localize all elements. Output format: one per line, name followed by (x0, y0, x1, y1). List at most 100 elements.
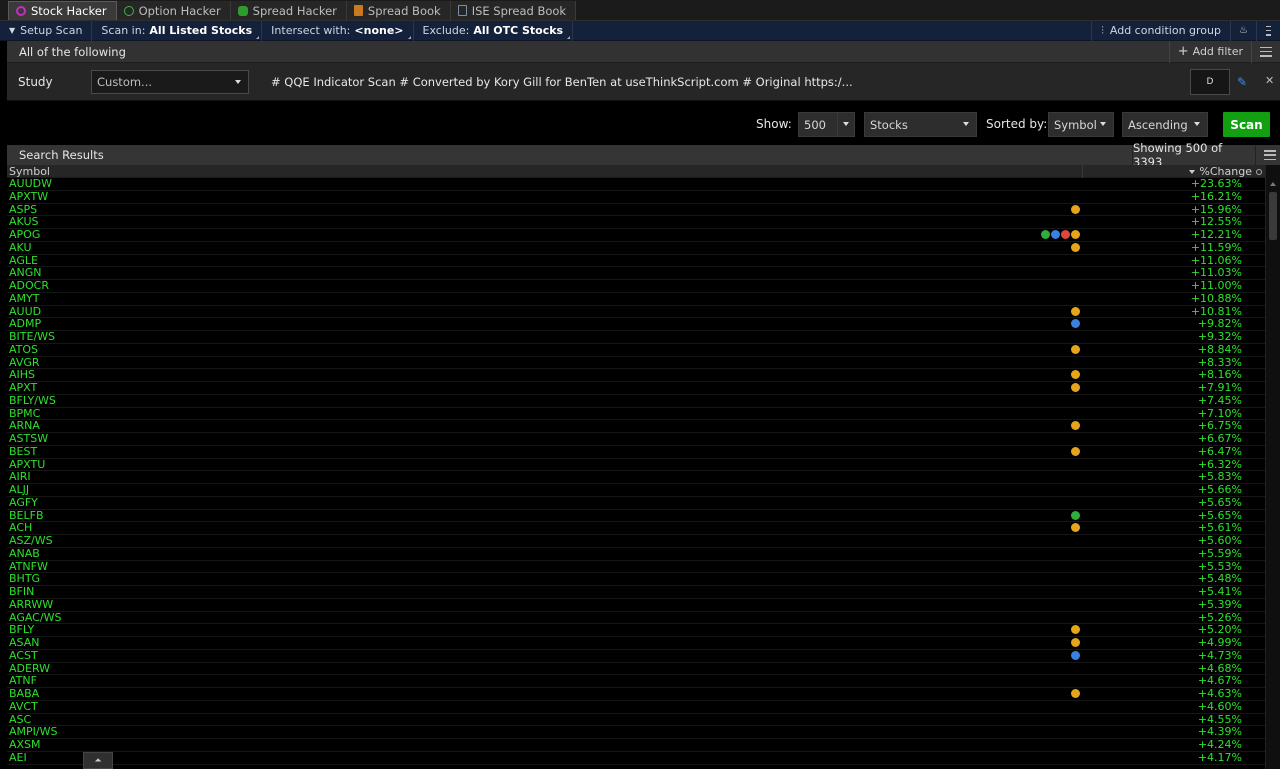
table-row[interactable]: ACST +4.73% (7, 649, 1265, 663)
table-row[interactable]: ANGN +11.03% (7, 267, 1265, 280)
table-row[interactable]: ASC +4.55% (7, 713, 1265, 727)
row-symbol[interactable]: AVCT (9, 700, 38, 713)
table-row[interactable]: APOG +12.21% (7, 229, 1265, 242)
table-row[interactable]: AGLE +11.06% (7, 254, 1265, 268)
orange-event-icon[interactable] (1071, 421, 1080, 431)
table-row[interactable]: AGAC/WS +5.26% (7, 611, 1265, 625)
sort-order-select[interactable]: Ascending (1122, 112, 1208, 137)
row-symbol[interactable]: BFLY (9, 624, 34, 636)
row-symbol[interactable]: AGLE (9, 254, 38, 267)
table-row[interactable]: BPMC +7.10% (7, 407, 1265, 421)
table-row[interactable]: APXTU +6.32% (7, 458, 1265, 472)
table-row[interactable]: ARNA +6.75% (7, 420, 1265, 433)
sort-field-select[interactable]: Symbol (1048, 112, 1114, 137)
row-symbol[interactable]: ASC (9, 713, 31, 726)
aggregation-period-select[interactable]: D (1190, 69, 1230, 95)
add-filter-button[interactable]: + Add filter (1168, 40, 1252, 63)
setup-scan-button[interactable]: ▼ Setup Scan (0, 20, 93, 41)
row-symbol[interactable]: ADOCR (9, 280, 49, 292)
stepper-button[interactable] (837, 113, 854, 136)
row-symbol[interactable]: ASPS (9, 203, 37, 216)
table-row[interactable]: AGFY +5.65% (7, 496, 1265, 510)
row-symbol[interactable]: AIHS (9, 369, 35, 381)
row-symbol[interactable]: ATNF (9, 675, 37, 687)
scroll-thumb[interactable] (1269, 192, 1277, 240)
row-symbol[interactable]: BPMC (9, 407, 40, 420)
row-symbol[interactable]: AKUS (9, 216, 38, 228)
row-symbol[interactable]: AGFY (9, 496, 38, 509)
table-row[interactable]: ADOCR +11.00% (7, 280, 1265, 293)
row-symbol[interactable]: BFIN (9, 586, 34, 598)
row-symbol[interactable]: AUUDW (9, 178, 52, 190)
table-row[interactable]: ADMP +9.82% (7, 318, 1265, 331)
table-row[interactable]: ATNF +4.67% (7, 675, 1265, 688)
row-symbol[interactable]: ANAB (9, 547, 40, 560)
setup-menu-button[interactable] (1256, 20, 1280, 41)
row-symbol[interactable]: BFLY/WS (9, 394, 56, 407)
row-symbol[interactable]: ALJJ (9, 484, 29, 496)
orange-event-icon[interactable] (1071, 204, 1080, 214)
row-symbol[interactable]: BEST (9, 445, 37, 458)
orange-event-icon[interactable] (1071, 523, 1080, 533)
table-row[interactable]: AUUDW +23.63% (7, 178, 1265, 191)
row-symbol[interactable]: ATOS (9, 343, 38, 356)
orange-event-icon[interactable] (1071, 638, 1080, 647)
column-symbol[interactable]: Symbol (9, 165, 50, 178)
table-row[interactable]: BHTG +5.48% (7, 573, 1265, 586)
security-type-select[interactable]: Stocks (864, 112, 977, 137)
green-event-icon[interactable] (1071, 510, 1080, 520)
table-row[interactable]: ACH +5.61% (7, 522, 1265, 535)
table-row[interactable]: AKUS +12.55% (7, 216, 1265, 229)
study-select[interactable]: Custom... (91, 69, 249, 94)
row-symbol[interactable]: BHTG (9, 573, 40, 585)
orange-event-icon[interactable] (1071, 306, 1080, 316)
table-row[interactable]: BFLY +5.20% (7, 624, 1265, 637)
table-row[interactable]: AIHS +8.16% (7, 369, 1265, 382)
row-symbol[interactable]: ACH (9, 522, 32, 534)
table-row[interactable]: AIRI +5.83% (7, 471, 1265, 484)
row-symbol[interactable]: AXSM (9, 739, 41, 751)
orange-event-icon[interactable] (1071, 230, 1080, 239)
tab-ise-spread-book[interactable]: ISE Spread Book (450, 1, 577, 20)
row-symbol[interactable]: ASZ/WS (9, 535, 53, 547)
orange-event-icon[interactable] (1071, 689, 1080, 698)
table-row[interactable]: BEST +6.47% (7, 445, 1265, 459)
table-row[interactable]: ALJJ +5.66% (7, 484, 1265, 497)
table-row[interactable]: AVCT +4.60% (7, 700, 1265, 714)
gear-icon[interactable] (1256, 168, 1262, 175)
row-symbol[interactable]: ARRWW (9, 598, 53, 611)
study-formula[interactable]: # QQE Indicator Scan # Converted by Kory… (271, 75, 853, 89)
scroll-up-icon[interactable] (1270, 182, 1276, 186)
table-row[interactable]: ASTSW +6.67% (7, 433, 1265, 446)
table-row[interactable]: AKU +11.59% (7, 241, 1265, 255)
add-condition-group-button[interactable]: ⫶ Add condition group (1091, 20, 1230, 41)
row-symbol[interactable]: ASTSW (9, 433, 48, 445)
orange-event-icon[interactable] (1071, 446, 1080, 456)
row-symbol[interactable]: AEI (9, 751, 27, 764)
orange-event-icon[interactable] (1071, 370, 1080, 380)
row-symbol[interactable]: ADERW (9, 662, 50, 675)
table-row[interactable]: AMPI/WS +4.39% (7, 726, 1265, 739)
blue-event-icon[interactable] (1071, 650, 1080, 660)
table-row[interactable]: AEI +4.17% (7, 751, 1265, 765)
row-symbol[interactable]: APOG (9, 229, 40, 241)
row-symbol[interactable]: ACST (9, 649, 38, 662)
menu-icon[interactable] (1264, 150, 1276, 160)
tab-stock-hacker[interactable]: Stock Hacker (8, 1, 117, 20)
menu-icon[interactable] (1260, 46, 1272, 57)
table-row[interactable]: BFIN +5.41% (7, 586, 1265, 599)
table-row[interactable]: ASAN +4.99% (7, 637, 1265, 650)
table-row[interactable]: APXTW +16.21% (7, 190, 1265, 204)
scan-button[interactable]: Scan (1223, 112, 1270, 137)
row-symbol[interactable]: AIRI (9, 471, 31, 483)
red-event-icon[interactable] (1061, 230, 1070, 239)
row-symbol[interactable]: APXTW (9, 190, 48, 203)
scan-in-selector[interactable]: Scan in: All Listed Stocks (92, 20, 263, 41)
exclude-selector[interactable]: Exclude: All OTC Stocks (414, 20, 574, 41)
table-row[interactable]: ATNFW +5.53% (7, 560, 1265, 574)
results-scrollbar[interactable] (1265, 165, 1280, 769)
tab-spread-book[interactable]: Spread Book (346, 1, 451, 20)
orange-event-icon[interactable] (1071, 242, 1080, 252)
orange-event-icon[interactable] (1071, 625, 1080, 635)
row-symbol[interactable]: AMPI/WS (9, 726, 57, 738)
